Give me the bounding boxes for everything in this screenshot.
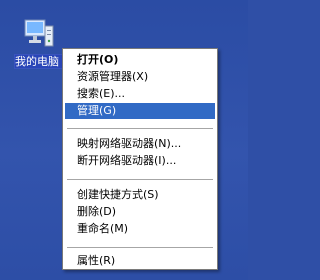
menu-separator — [67, 179, 213, 180]
menu-item-explorer[interactable]: 资源管理器(X) — [65, 69, 215, 85]
menu-item-disconnect-network-drive[interactable]: 断开网络驱动器(I)... — [65, 153, 215, 169]
menu-item-manage[interactable]: 管理(G) — [65, 103, 215, 119]
menu-separator — [67, 247, 213, 248]
my-computer-shortcut[interactable]: 我的电脑 — [8, 14, 71, 74]
menu-separator — [67, 128, 213, 129]
menu-item-open[interactable]: 打开(O) — [65, 52, 215, 68]
menu-item-delete[interactable]: 删除(D) — [65, 204, 215, 220]
menu-item-rename[interactable]: 重命名(M) — [65, 221, 215, 237]
my-computer-icon — [24, 19, 54, 47]
menu-item-create-shortcut[interactable]: 创建快捷方式(S) — [65, 187, 215, 203]
menu-item-properties[interactable]: 属性(R) — [65, 253, 215, 269]
menu-item-search[interactable]: 搜索(E)... — [65, 86, 215, 102]
context-menu: 打开(O) 资源管理器(X) 搜索(E)... 管理(G) 映射网络驱动器(N)… — [62, 48, 218, 270]
menu-item-map-network-drive[interactable]: 映射网络驱动器(N)... — [65, 136, 215, 152]
